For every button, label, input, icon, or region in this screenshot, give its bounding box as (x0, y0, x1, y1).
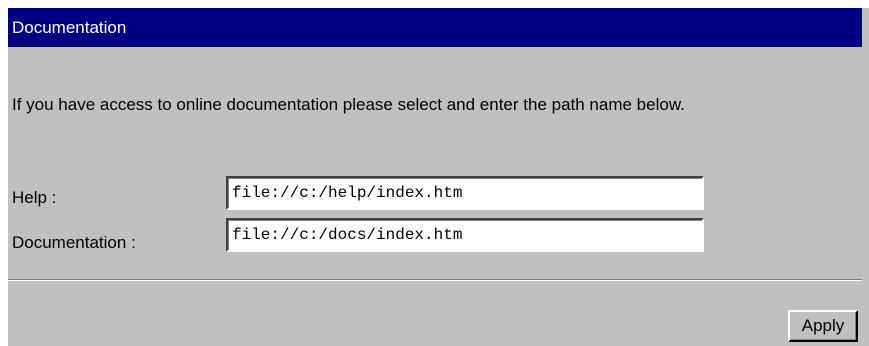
documentation-label: Documentation : (12, 233, 136, 252)
help-path-input[interactable] (226, 176, 704, 210)
dialog-title: Documentation (12, 18, 127, 37)
help-label: Help : (12, 188, 57, 207)
apply-button[interactable]: Apply (788, 310, 858, 342)
documentation-dialog: Documentation If you have access to onli… (8, 8, 869, 346)
dialog-title-bar: Documentation (8, 8, 862, 47)
documentation-path-input[interactable] (226, 218, 704, 252)
separator-line (8, 279, 862, 281)
dialog-description: If you have access to online documentati… (12, 95, 685, 114)
